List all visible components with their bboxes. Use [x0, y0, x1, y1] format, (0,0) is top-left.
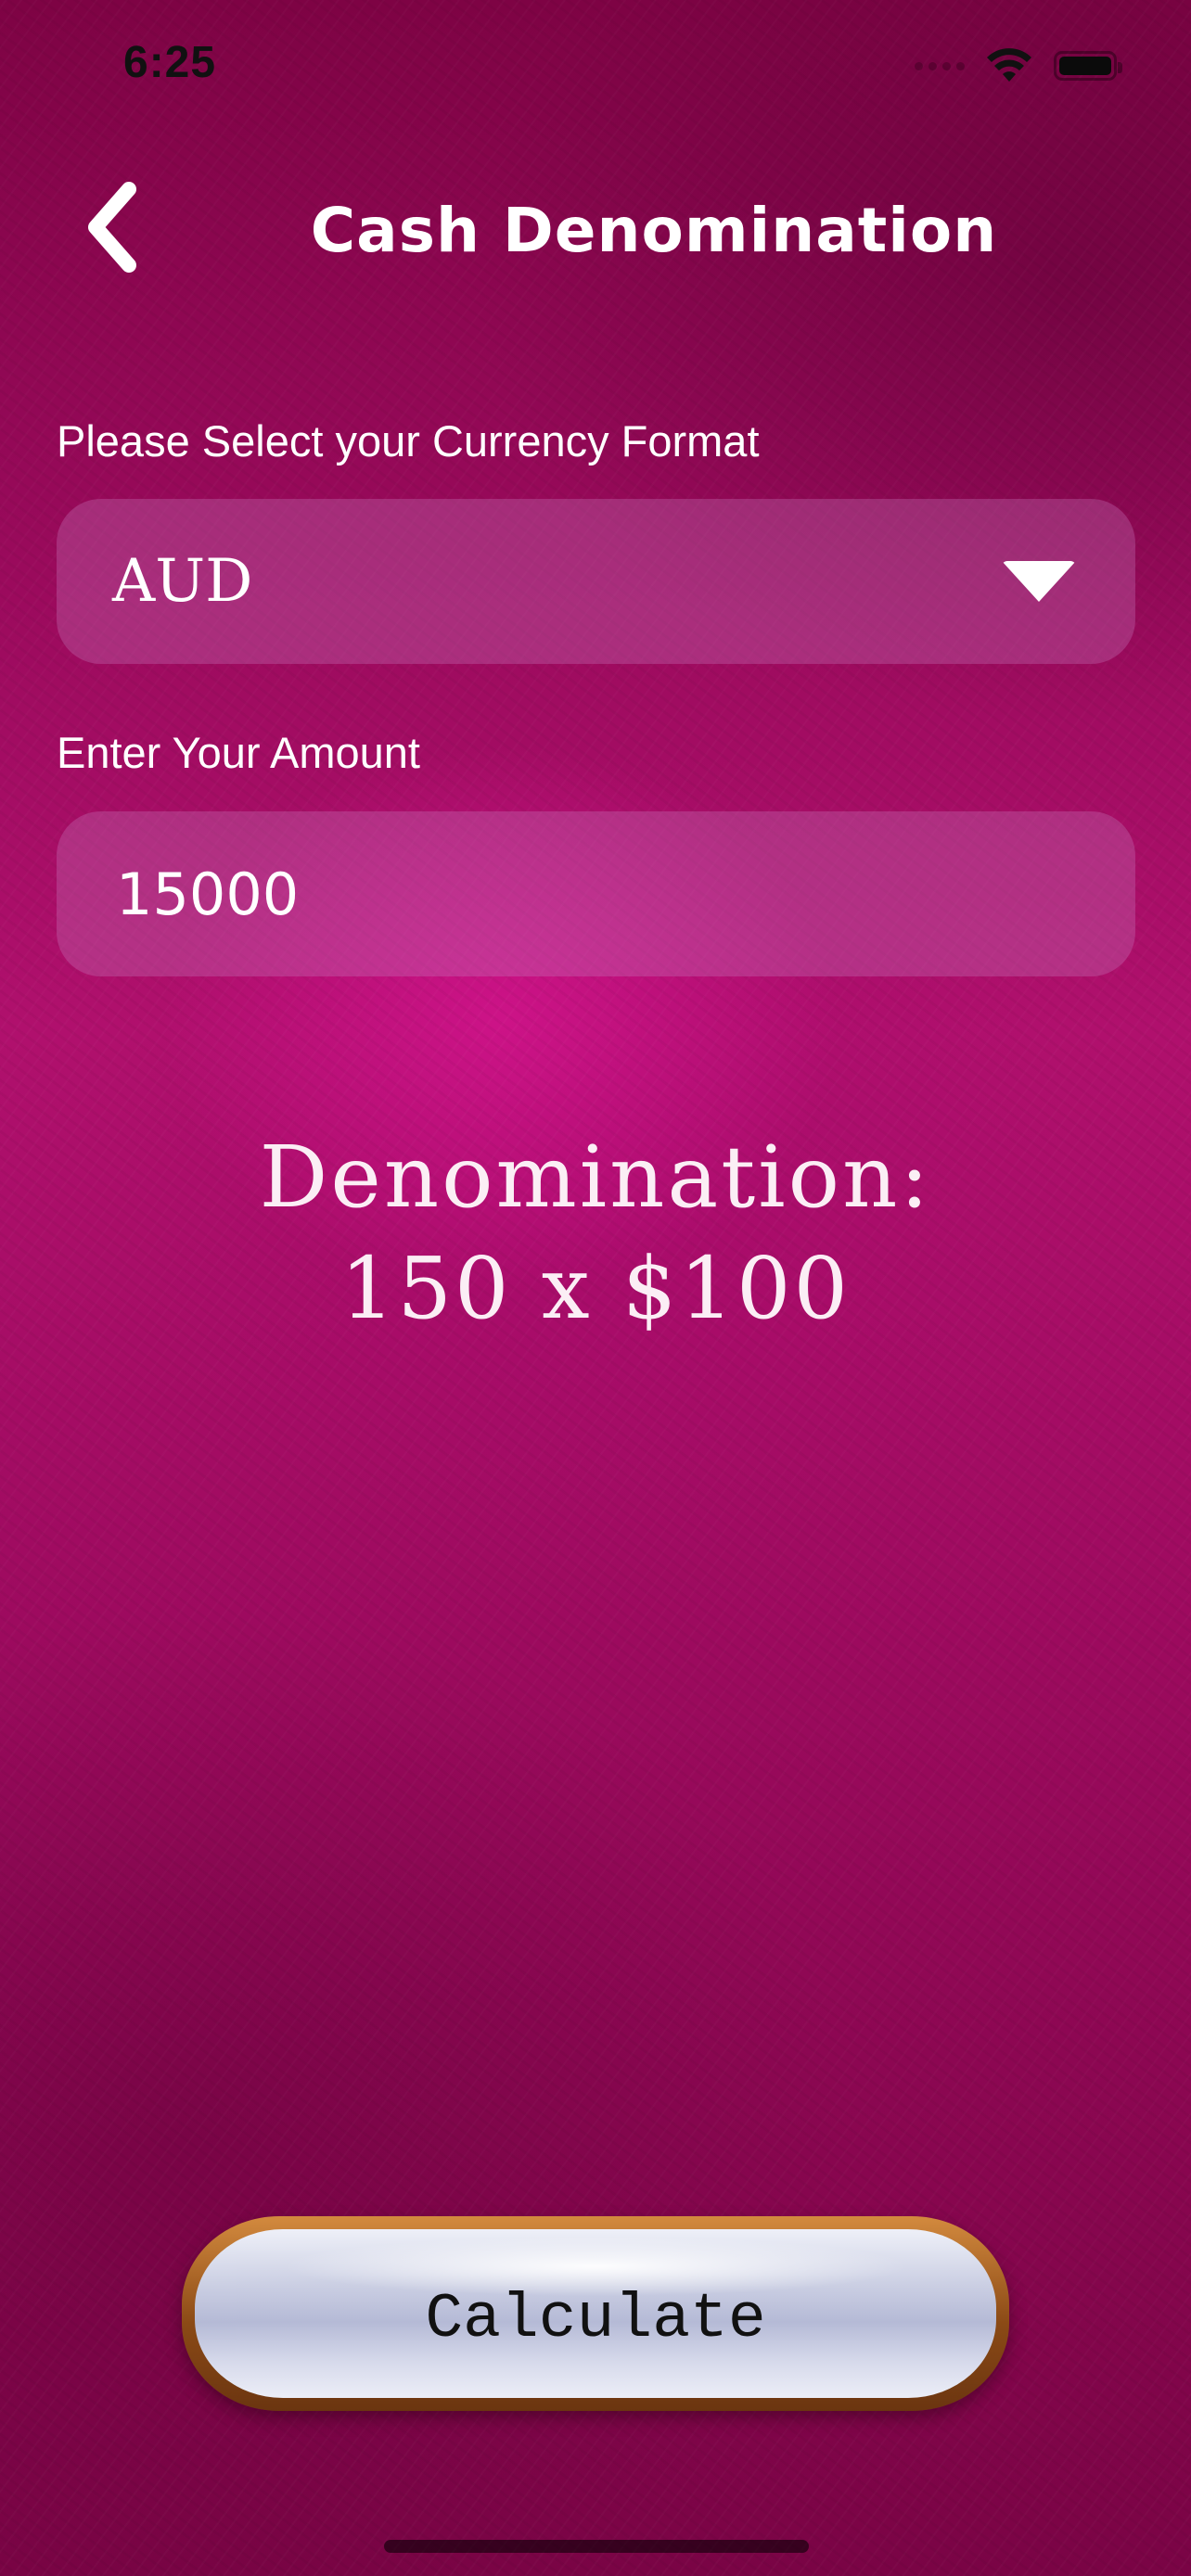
currency-selected-value: AUD	[112, 547, 253, 616]
signal-icon	[915, 61, 965, 70]
home-indicator[interactable]	[384, 2540, 809, 2553]
status-icons	[915, 48, 1122, 83]
calculate-button[interactable]: Calculate	[182, 2216, 1009, 2411]
denomination-result: Denomination: 150 x $100	[0, 1122, 1191, 1345]
battery-icon	[1054, 51, 1122, 81]
calculate-button-face: Calculate	[195, 2229, 996, 2398]
amount-value: 15000	[116, 860, 300, 928]
denomination-heading: Denomination:	[259, 1128, 932, 1227]
denomination-value: 150 x $100	[339, 1239, 852, 1338]
currency-label: Please Select your Currency Format	[57, 416, 760, 465]
chevron-left-icon	[88, 182, 136, 273]
page-title: Cash Denomination	[310, 195, 998, 266]
status-time: 6:25	[123, 38, 217, 87]
currency-dropdown[interactable]: AUD	[57, 499, 1135, 664]
amount-input[interactable]: 15000	[57, 811, 1135, 976]
calculate-button-label: Calculate	[425, 2283, 766, 2355]
triangle-down-icon	[1002, 561, 1076, 602]
back-button[interactable]	[67, 167, 160, 287]
wifi-icon	[987, 48, 1031, 82]
amount-label: Enter Your Amount	[57, 728, 420, 777]
